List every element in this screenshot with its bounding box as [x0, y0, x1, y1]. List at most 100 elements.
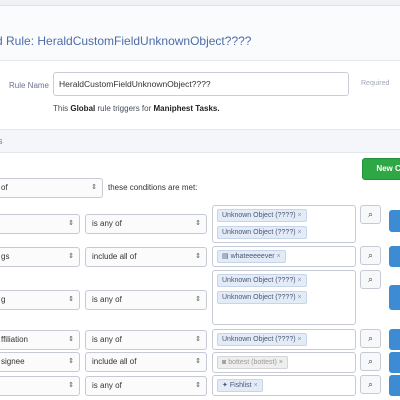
search-button[interactable]: ⌕ [360, 205, 381, 224]
remove-token-icon[interactable]: × [298, 229, 302, 236]
search-button[interactable]: ⌕ [360, 329, 381, 348]
token-input[interactable]: ◙ bottest (bottest) × [212, 352, 356, 373]
search-button[interactable]: ⌕ [360, 375, 381, 394]
match-select[interactable]: of ⇕ [0, 178, 103, 198]
rule-note-prefix: This [53, 104, 71, 113]
condition-op-select[interactable]: is any of ⇕ [85, 290, 207, 310]
condition-field-select[interactable]: signee ⇕ [0, 352, 80, 372]
condition-field-value: gs [1, 252, 10, 261]
token-input[interactable]: Unknown Object (????) × Unknown Object (?… [212, 205, 356, 243]
section-label: s [0, 136, 3, 146]
condition-op-select[interactable]: is any of ⇕ [85, 214, 207, 234]
remove-token-icon[interactable]: × [277, 253, 281, 260]
condition-op-select[interactable]: is any of ⇕ [85, 330, 207, 350]
search-button[interactable]: ⌕ [360, 270, 381, 289]
updown-caret-icon: ⇕ [68, 382, 74, 389]
token[interactable]: Unknown Object (????) × [217, 274, 307, 287]
rule-note-middle: rule triggers for [95, 104, 154, 113]
new-condition-button[interactable]: New Co [362, 158, 400, 180]
token-input[interactable]: Unknown Object (????) × Unknown Object (?… [212, 270, 356, 325]
magnifier-icon: ⌕ [367, 250, 374, 260]
search-button[interactable]: ⌕ [360, 246, 381, 265]
updown-caret-icon: ⇕ [68, 358, 74, 365]
rule-note-target: Maniphest Tasks. [153, 104, 220, 113]
tag-icon: ▤ [222, 253, 231, 260]
token[interactable]: ◙ bottest (bottest) × [217, 356, 288, 369]
condition-field-select[interactable]: ffiliation ⇕ [0, 330, 80, 350]
rule-note-global: Global [70, 104, 96, 113]
updown-caret-icon: ⇕ [68, 220, 74, 227]
rule-note: This Global rule triggers for Maniphest … [53, 104, 220, 113]
token-label: Unknown Object (????) [222, 277, 296, 284]
token-label: whateeeeever [230, 253, 275, 260]
page-title: d Rule: HeraldCustomFieldUnknownObject??… [0, 34, 252, 48]
updown-caret-icon: ⇕ [91, 184, 97, 191]
updown-caret-icon: ⇕ [195, 336, 201, 343]
token[interactable]: Unknown Object (????) × [217, 226, 307, 239]
remove-condition-button[interactable] [389, 285, 400, 310]
magnifier-icon: ⌕ [367, 209, 374, 219]
condition-field-select[interactable]: ⇕ [0, 214, 80, 234]
token-label: Fishlist [229, 382, 252, 389]
token[interactable]: ▤ whateeeeever × [217, 250, 286, 263]
updown-caret-icon: ⇕ [195, 253, 201, 260]
token[interactable]: Unknown Object (????) × [217, 209, 307, 222]
match-select-value: of [1, 183, 8, 192]
condition-op-value: include all of [92, 252, 137, 261]
conditions-section-header [0, 129, 400, 153]
condition-field-select[interactable]: gs ⇕ [0, 247, 80, 267]
condition-op-value: include all of [92, 357, 137, 366]
condition-op-value: is any of [92, 381, 122, 390]
token-label: Unknown Object (????) [222, 212, 296, 219]
token[interactable]: ✦ Fishlist × [217, 379, 263, 392]
remove-token-icon[interactable]: × [298, 294, 302, 301]
remove-token-icon[interactable]: × [298, 336, 302, 343]
magnifier-icon: ⌕ [367, 356, 374, 366]
token-label: Unknown Object (????) [222, 229, 296, 236]
condition-op-select[interactable]: is any of ⇕ [85, 376, 207, 396]
updown-caret-icon: ⇕ [195, 358, 201, 365]
condition-op-value: is any of [92, 335, 122, 344]
condition-field-select[interactable]: ⇕ [0, 376, 80, 396]
remove-condition-button[interactable] [389, 210, 400, 232]
token-input[interactable]: Unknown Object (????) × [212, 329, 356, 350]
remove-token-icon[interactable]: × [279, 359, 283, 366]
token-input[interactable]: ▤ whateeeeever × [212, 246, 356, 267]
condition-op-value: is any of [92, 295, 122, 304]
star-icon: ✦ [222, 382, 230, 389]
magnifier-icon: ⌕ [367, 274, 374, 284]
remove-condition-button[interactable] [389, 329, 400, 350]
token-label: Unknown Object (????) [222, 294, 296, 301]
condition-field-value: ffiliation [1, 335, 28, 344]
token-input[interactable]: ✦ Fishlist × [212, 375, 356, 396]
token[interactable]: Unknown Object (????) × [217, 291, 307, 304]
match-suffix: these conditions are met: [108, 183, 198, 192]
token-label: bottest (bottest) [228, 359, 277, 366]
remove-condition-button[interactable] [389, 246, 400, 267]
condition-field-value: signee [1, 357, 25, 366]
rule-name-input[interactable] [53, 72, 349, 96]
updown-caret-icon: ⇕ [68, 336, 74, 343]
condition-op-value: is any of [92, 219, 122, 228]
condition-op-select[interactable]: include all of ⇕ [85, 352, 207, 372]
search-button[interactable]: ⌕ [360, 352, 381, 371]
updown-caret-icon: ⇕ [68, 253, 74, 260]
token-label: Unknown Object (????) [222, 336, 296, 343]
updown-caret-icon: ⇕ [195, 382, 201, 389]
updown-caret-icon: ⇕ [195, 296, 201, 303]
condition-field-select[interactable]: g ⇕ [0, 290, 80, 310]
rule-name-label: Rule Name [8, 81, 49, 90]
remove-token-icon[interactable]: × [298, 277, 302, 284]
required-label: Required [361, 80, 390, 87]
updown-caret-icon: ⇕ [68, 296, 74, 303]
magnifier-icon: ⌕ [367, 333, 374, 343]
magnifier-icon: ⌕ [367, 379, 374, 389]
remove-token-icon[interactable]: × [298, 212, 302, 219]
updown-caret-icon: ⇕ [195, 220, 201, 227]
remove-condition-button[interactable] [389, 375, 400, 396]
condition-field-value: g [1, 295, 6, 304]
remove-condition-button[interactable] [389, 352, 400, 373]
token[interactable]: Unknown Object (????) × [217, 333, 307, 346]
remove-token-icon[interactable]: × [254, 382, 258, 389]
condition-op-select[interactable]: include all of ⇕ [85, 247, 207, 267]
